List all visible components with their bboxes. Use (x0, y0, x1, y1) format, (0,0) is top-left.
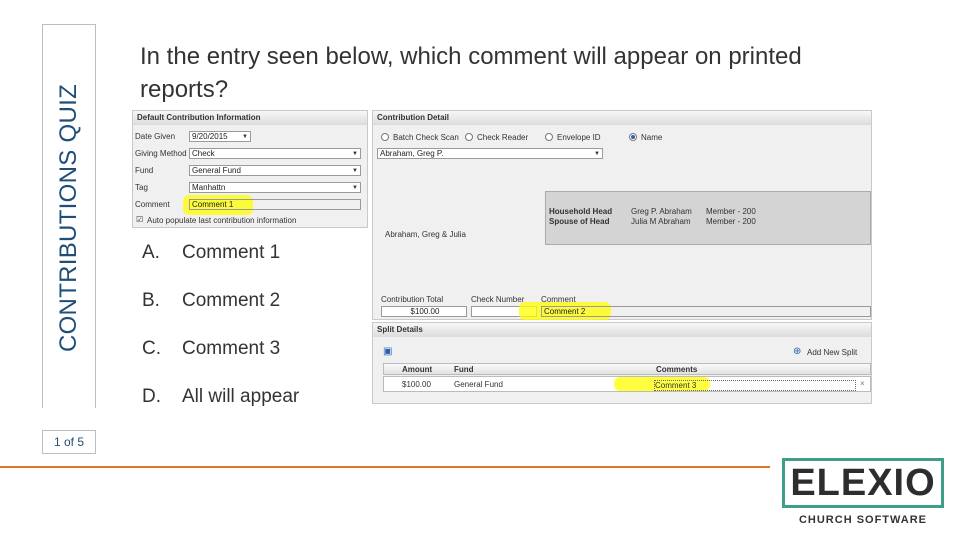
chevron-down-icon: ▼ (352, 185, 358, 191)
fund-label: Fund (135, 166, 154, 175)
answer-letter: D. (142, 386, 161, 407)
detail-comment-value: Comment 2 (544, 307, 586, 316)
answers-area: A. Comment 1 B. Comment 2 C. Comment 3 D. Al… (118, 232, 370, 412)
answer-a[interactable]: A. Comment 1 (142, 242, 280, 264)
column-header: Fund (454, 365, 474, 374)
household-head-name: Greg P. Abraham (631, 207, 692, 216)
radio-name[interactable] (629, 133, 637, 141)
chevron-down-icon: ▼ (352, 151, 358, 157)
radio-label: Batch Check Scan (393, 133, 459, 142)
close-icon[interactable]: × (860, 379, 865, 388)
household-head-label: Household Head (549, 207, 613, 216)
answer-d[interactable]: D. All will appear (142, 386, 299, 408)
tag-value: Manhattn (192, 183, 226, 192)
method-value: Check (192, 149, 215, 158)
autopop-label: Auto populate last contribution informat… (147, 216, 297, 225)
elexio-logo: ELEXIO (782, 458, 944, 508)
fund-value: General Fund (192, 166, 241, 175)
household-box: Household Head Greg P. Abraham Member - … (545, 191, 871, 245)
family-name: Abraham, Greg & Julia (385, 230, 466, 239)
radio-label: Check Reader (477, 133, 529, 142)
add-icon[interactable]: ⊕ (793, 346, 801, 357)
method-label: Giving Method (135, 149, 187, 158)
row-fund: General Fund (454, 380, 503, 389)
date-field[interactable]: 9/20/2015 ▼ (189, 131, 251, 142)
household-head-status: Member - 200 (706, 207, 756, 216)
default-contribution-panel: Default Contribution Information Date Gi… (132, 110, 368, 228)
radio-check-reader[interactable] (465, 133, 473, 141)
page-indicator: 1 of 5 (42, 430, 96, 454)
tag-label: Tag (135, 183, 148, 192)
answer-text: All will appear (182, 386, 300, 407)
contribution-detail-panel: Contribution Detail Batch Check Scan Che… (372, 110, 872, 320)
side-title-text: CONTRIBUTIONS QUIZ (55, 83, 83, 353)
total-label: Contribution Total (381, 295, 444, 304)
comment-label: Comment (135, 200, 170, 209)
radio-envelope[interactable] (545, 133, 553, 141)
side-title: CONTRIBUTIONS QUIZ (47, 30, 91, 406)
date-value: 9/20/2015 (192, 132, 228, 141)
name-select[interactable]: Abraham, Greg P. ▼ (377, 148, 603, 159)
total-field[interactable]: $100.00 (381, 306, 467, 317)
row-comment[interactable]: Comment 3 (654, 380, 856, 391)
answer-c[interactable]: C. Comment 3 (142, 338, 280, 360)
autopop-checkbox[interactable]: ☑ (136, 215, 143, 224)
answer-text: Comment 1 (182, 242, 281, 263)
tag-select[interactable]: Manhattn ▼ (189, 182, 361, 193)
comment-field[interactable]: Comment 1 (189, 199, 361, 210)
answer-letter: A. (142, 242, 160, 263)
column-header: Amount (402, 365, 433, 374)
fund-select[interactable]: General Fund ▼ (189, 165, 361, 176)
row-amount: $100.00 (402, 380, 431, 389)
split-tool-icon[interactable]: ▣ (383, 346, 392, 357)
answer-text: Comment 3 (182, 338, 281, 359)
name-value: Abraham, Greg P. (380, 149, 444, 158)
spouse-status: Member - 200 (706, 217, 756, 226)
total-value: $100.00 (410, 307, 440, 316)
chevron-down-icon: ▼ (352, 168, 358, 174)
chevron-down-icon: ▼ (242, 134, 248, 140)
panel-header: Contribution Detail (373, 111, 871, 125)
date-label: Date Given (135, 132, 176, 141)
split-details-panel: Split Details ▣ ⊕ Add New Split Amount F… (372, 322, 872, 404)
logo-tagline: CHURCH SOFTWARE (798, 514, 928, 526)
panel-header: Split Details (373, 323, 871, 337)
spouse-label: Spouse of Head (549, 217, 610, 226)
answer-b[interactable]: B. Comment 2 (142, 290, 280, 312)
column-header: Comments (656, 365, 698, 374)
split-table-header: Amount Fund Comments (383, 363, 871, 375)
radio-label: Envelope ID (557, 133, 601, 142)
check-label: Check Number (471, 295, 525, 304)
answer-text: Comment 2 (182, 290, 281, 311)
footer-divider (0, 466, 770, 468)
answer-letter: B. (142, 290, 160, 311)
radio-label: Name (641, 133, 663, 142)
chevron-down-icon: ▼ (594, 151, 600, 157)
comment-value: Comment 1 (192, 200, 234, 209)
spouse-name: Julia M Abraham (631, 217, 691, 226)
radio-batch[interactable] (381, 133, 389, 141)
detail-comment-field[interactable]: Comment 2 (541, 306, 871, 317)
panel-header: Default Contribution Information (133, 111, 367, 125)
add-split-button[interactable]: Add New Split (807, 348, 857, 357)
table-row[interactable]: $100.00 General Fund Comment 3 × (383, 376, 871, 392)
method-select[interactable]: Check ▼ (189, 148, 361, 159)
answer-letter: C. (142, 338, 161, 359)
question-text: In the entry seen below, which comment w… (140, 43, 802, 103)
